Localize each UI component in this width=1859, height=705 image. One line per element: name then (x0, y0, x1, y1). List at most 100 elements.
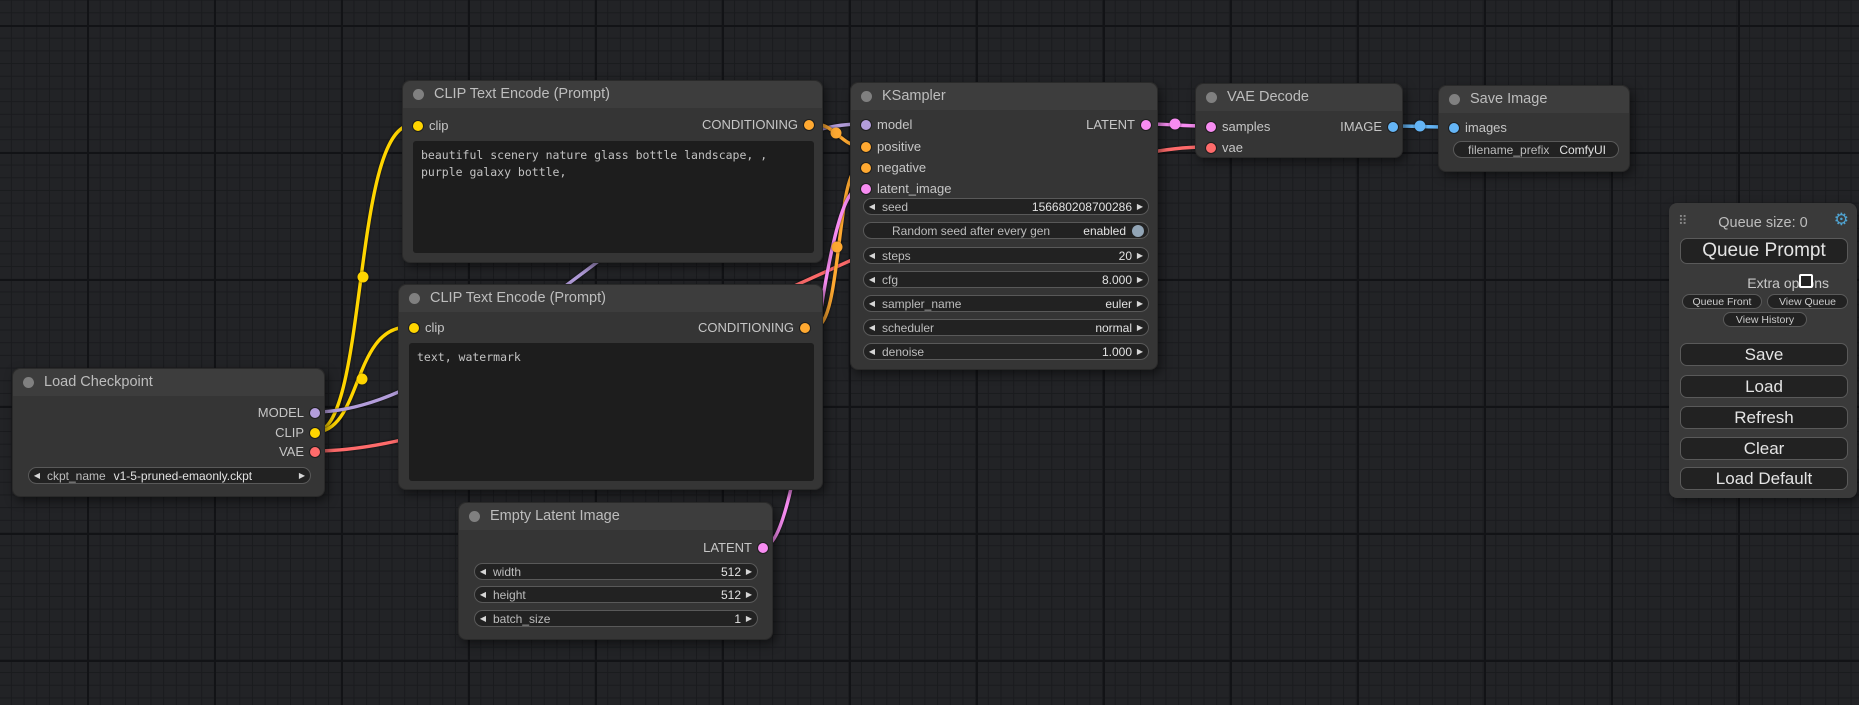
prompt-text-area[interactable]: text, watermark (409, 343, 814, 481)
increment-arrow-icon[interactable]: ▶ (741, 614, 757, 623)
node-title-bar[interactable]: VAE Decode (1196, 84, 1402, 111)
refresh-button[interactable]: Refresh (1680, 406, 1848, 429)
decrement-arrow-icon[interactable]: ◀ (864, 347, 880, 356)
image-port-icon[interactable] (1388, 122, 1398, 132)
increment-arrow-icon[interactable]: ▶ (1132, 275, 1148, 284)
gear-icon[interactable]: ⚙ (1834, 210, 1849, 230)
input-vae[interactable]: vae (1222, 140, 1243, 156)
comfyui-canvas[interactable]: { "palette": { "model": "#b39ddb", "clip… (0, 0, 1859, 705)
collapse-dot-icon[interactable] (469, 511, 480, 522)
node-title-bar[interactable]: Load Checkpoint (13, 369, 324, 396)
collapse-dot-icon[interactable] (413, 89, 424, 100)
queue-front-button[interactable]: Queue Front (1682, 294, 1762, 309)
denoise-widget[interactable]: ◀ denoise 1.000 ▶ (863, 343, 1149, 360)
clip-port-icon[interactable] (413, 121, 423, 131)
conditioning-port-icon[interactable] (804, 120, 814, 130)
extra-options-checkbox[interactable] (1799, 274, 1813, 288)
decrement-arrow-icon[interactable]: ◀ (864, 323, 880, 332)
input-clip[interactable]: clip (425, 320, 445, 336)
node-vae-decode[interactable]: VAE Decode samples vae IMAGE (1195, 83, 1403, 158)
width-widget[interactable]: ◀ width 512 ▶ (474, 563, 758, 580)
collapse-dot-icon[interactable] (23, 377, 34, 388)
ckpt-name-widget[interactable]: ◀ ckpt_name v1-5-pruned-emaonly.ckpt ▶ (28, 467, 311, 484)
load-default-button[interactable]: Load Default (1680, 467, 1848, 490)
input-latent-image[interactable]: latent_image (877, 181, 951, 197)
latent-port-icon[interactable] (1141, 120, 1151, 130)
decrement-arrow-icon[interactable]: ◀ (29, 471, 45, 480)
node-load-checkpoint[interactable]: Load Checkpoint MODEL CLIP VAE ◀ ckpt_na… (12, 368, 325, 497)
input-samples[interactable]: samples (1222, 119, 1270, 135)
load-button[interactable]: Load (1680, 375, 1848, 398)
collapse-dot-icon[interactable] (1449, 94, 1460, 105)
node-title-bar[interactable]: Save Image (1439, 86, 1629, 113)
clip-port-icon[interactable] (310, 428, 320, 438)
node-clip-text-encode-negative[interactable]: CLIP Text Encode (Prompt) clip CONDITION… (398, 284, 823, 490)
increment-arrow-icon[interactable]: ▶ (1132, 202, 1148, 211)
input-clip[interactable]: clip (429, 118, 449, 134)
seed-widget[interactable]: ◀ seed 156680208700286 ▶ (863, 198, 1149, 215)
output-vae[interactable]: VAE (279, 444, 304, 460)
cfg-widget[interactable]: ◀ cfg 8.000 ▶ (863, 271, 1149, 288)
node-title-bar[interactable]: CLIP Text Encode (Prompt) (399, 285, 822, 312)
prompt-text-area[interactable]: beautiful scenery nature glass bottle la… (413, 141, 814, 253)
collapse-dot-icon[interactable] (409, 293, 420, 304)
conditioning-port-icon[interactable] (861, 142, 871, 152)
vae-port-icon[interactable] (310, 447, 320, 457)
sampler-name-widget[interactable]: ◀ sampler_name euler ▶ (863, 295, 1149, 312)
random-seed-toggle[interactable]: Random seed after every gen enabled (863, 222, 1149, 239)
save-button[interactable]: Save (1680, 343, 1848, 366)
node-title-bar[interactable]: KSampler (851, 83, 1157, 110)
view-queue-button[interactable]: View Queue (1767, 294, 1848, 309)
decrement-arrow-icon[interactable]: ◀ (864, 299, 880, 308)
clip-port-icon[interactable] (409, 323, 419, 333)
input-negative[interactable]: negative (877, 160, 926, 176)
decrement-arrow-icon[interactable]: ◀ (475, 614, 491, 623)
image-port-icon[interactable] (1449, 123, 1459, 133)
queue-prompt-button[interactable]: Queue Prompt (1680, 238, 1848, 264)
node-clip-text-encode-positive[interactable]: CLIP Text Encode (Prompt) clip CONDITION… (402, 80, 823, 263)
output-model[interactable]: MODEL (258, 405, 304, 421)
output-clip[interactable]: CLIP (275, 425, 304, 441)
increment-arrow-icon[interactable]: ▶ (294, 471, 310, 480)
scheduler-widget[interactable]: ◀ scheduler normal ▶ (863, 319, 1149, 336)
output-conditioning[interactable]: CONDITIONING (698, 320, 794, 336)
conditioning-port-icon[interactable] (800, 323, 810, 333)
node-empty-latent-image[interactable]: Empty Latent Image LATENT ◀ width 512 ▶ … (458, 502, 773, 640)
latent-port-icon[interactable] (861, 184, 871, 194)
node-save-image[interactable]: Save Image images filename_prefix ComfyU… (1438, 85, 1630, 172)
latent-port-icon[interactable] (758, 543, 768, 553)
decrement-arrow-icon[interactable]: ◀ (475, 567, 491, 576)
decrement-arrow-icon[interactable]: ◀ (475, 590, 491, 599)
view-history-button[interactable]: View History (1723, 312, 1807, 327)
input-images[interactable]: images (1465, 120, 1507, 136)
decrement-arrow-icon[interactable]: ◀ (864, 202, 880, 211)
increment-arrow-icon[interactable]: ▶ (741, 567, 757, 576)
decrement-arrow-icon[interactable]: ◀ (864, 275, 880, 284)
model-port-icon[interactable] (861, 120, 871, 130)
node-title-bar[interactable]: CLIP Text Encode (Prompt) (403, 81, 822, 108)
output-image[interactable]: IMAGE (1340, 119, 1382, 135)
collapse-dot-icon[interactable] (861, 91, 872, 102)
increment-arrow-icon[interactable]: ▶ (1132, 251, 1148, 260)
clear-button[interactable]: Clear (1680, 437, 1848, 460)
steps-widget[interactable]: ◀ steps 20 ▶ (863, 247, 1149, 264)
height-widget[interactable]: ◀ height 512 ▶ (474, 586, 758, 603)
output-latent[interactable]: LATENT (1086, 117, 1135, 133)
decrement-arrow-icon[interactable]: ◀ (864, 251, 880, 260)
increment-arrow-icon[interactable]: ▶ (1132, 299, 1148, 308)
vae-port-icon[interactable] (1206, 143, 1216, 153)
latent-port-icon[interactable] (1206, 122, 1216, 132)
increment-arrow-icon[interactable]: ▶ (741, 590, 757, 599)
input-model[interactable]: model (877, 117, 912, 133)
batch-size-widget[interactable]: ◀ batch_size 1 ▶ (474, 610, 758, 627)
model-port-icon[interactable] (310, 408, 320, 418)
node-title-bar[interactable]: Empty Latent Image (459, 503, 772, 530)
output-conditioning[interactable]: CONDITIONING (702, 117, 798, 133)
increment-arrow-icon[interactable]: ▶ (1132, 347, 1148, 356)
conditioning-port-icon[interactable] (861, 163, 871, 173)
output-latent[interactable]: LATENT (703, 540, 752, 556)
toggle-circle-icon[interactable] (1132, 225, 1144, 237)
collapse-dot-icon[interactable] (1206, 92, 1217, 103)
increment-arrow-icon[interactable]: ▶ (1132, 323, 1148, 332)
filename-prefix-widget[interactable]: filename_prefix ComfyUI (1453, 141, 1619, 158)
